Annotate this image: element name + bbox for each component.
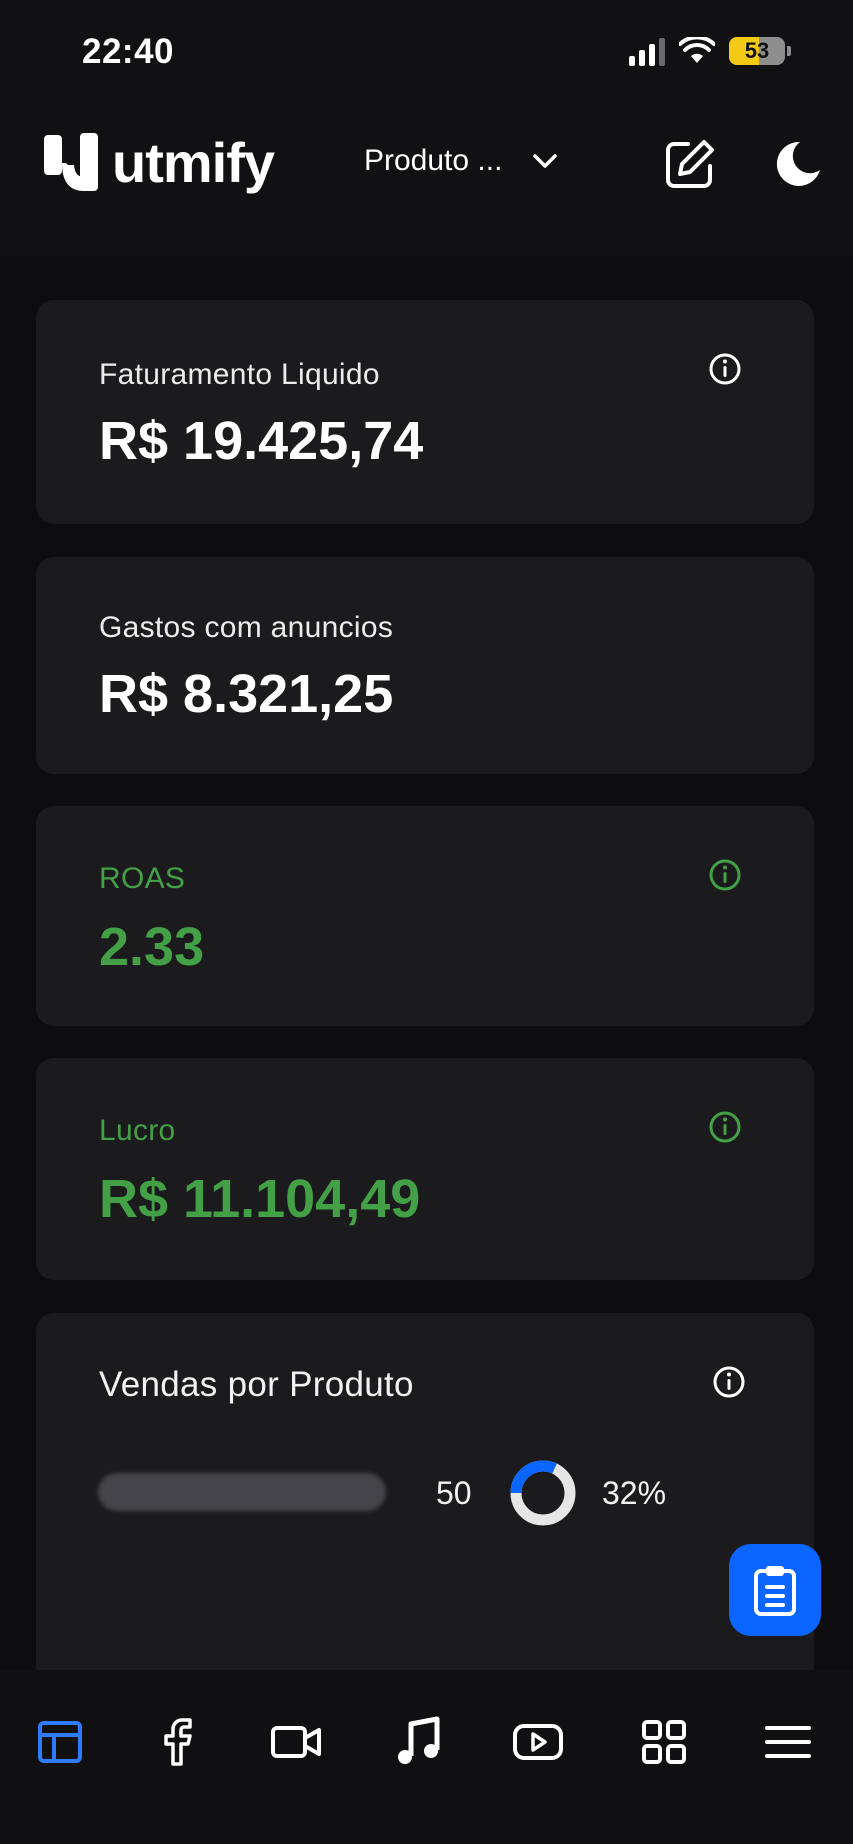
roas-value: 2.33 bbox=[99, 917, 205, 977]
nav-grid[interactable] bbox=[636, 1714, 692, 1770]
dashboard-icon bbox=[38, 1721, 82, 1763]
facebook-icon bbox=[164, 1718, 192, 1766]
product-select-label: Produto ... bbox=[364, 144, 503, 177]
product-share-donut bbox=[510, 1460, 576, 1526]
nav-youtube[interactable] bbox=[510, 1714, 566, 1770]
product-select[interactable]: Produto ... bbox=[364, 144, 558, 178]
sales-by-product-title: Vendas por Produto bbox=[99, 1365, 414, 1404]
info-icon[interactable] bbox=[712, 1365, 746, 1399]
product-name-redacted bbox=[98, 1473, 386, 1511]
nav-dashboard[interactable] bbox=[32, 1714, 88, 1770]
status-icons: 53 bbox=[629, 36, 791, 66]
nav-facebook[interactable] bbox=[152, 1714, 208, 1770]
revenue-value: R$ 19.425,74 bbox=[99, 411, 424, 471]
battery-level: 53 bbox=[744, 38, 770, 63]
info-icon[interactable] bbox=[708, 1110, 742, 1144]
bottom-nav bbox=[0, 1670, 853, 1844]
chevron-down-icon bbox=[533, 154, 558, 168]
profit-label: Lucro bbox=[99, 1114, 176, 1147]
revenue-label: Faturamento Liquido bbox=[99, 358, 380, 391]
nav-video[interactable] bbox=[268, 1714, 324, 1770]
profit-card: Lucro R$ 11.104,49 bbox=[36, 1058, 814, 1280]
status-time: 22:40 bbox=[82, 32, 175, 71]
youtube-icon bbox=[513, 1724, 563, 1760]
logo: utmify bbox=[44, 130, 275, 195]
signal-icon bbox=[629, 36, 665, 66]
revenue-card: Faturamento Liquido R$ 19.425,74 bbox=[36, 300, 814, 524]
product-sales-count: 50 bbox=[436, 1475, 472, 1511]
status-bar: 22:40 53 bbox=[0, 0, 853, 100]
ad-spend-card: Gastos com anuncios R$ 8.321,25 bbox=[36, 557, 814, 774]
clipboard-fab-button[interactable] bbox=[729, 1544, 821, 1636]
profit-value: R$ 11.104,49 bbox=[99, 1169, 421, 1229]
logo-text: utmify bbox=[112, 131, 275, 194]
ad-spend-value: R$ 8.321,25 bbox=[99, 664, 394, 724]
menu-icon bbox=[765, 1726, 811, 1758]
wifi-icon bbox=[679, 37, 715, 63]
grid-icon bbox=[642, 1720, 686, 1764]
edit-icon[interactable] bbox=[662, 136, 718, 192]
battery-icon: 53 bbox=[729, 37, 785, 65]
info-icon[interactable] bbox=[708, 858, 742, 892]
clipboard-icon bbox=[754, 1566, 796, 1616]
ad-spend-label: Gastos com anuncios bbox=[99, 611, 394, 644]
app-header: utmify Produto ... bbox=[0, 100, 853, 256]
nav-menu[interactable] bbox=[760, 1714, 816, 1770]
roas-card: ROAS 2.33 bbox=[36, 806, 814, 1026]
music-icon bbox=[398, 1716, 440, 1764]
nav-music[interactable] bbox=[390, 1714, 446, 1770]
video-icon bbox=[271, 1726, 321, 1758]
moon-icon[interactable] bbox=[770, 136, 826, 192]
info-icon[interactable] bbox=[708, 352, 742, 386]
sales-by-product-card: Vendas por Produto 50 32% bbox=[36, 1313, 814, 1670]
logo-icon bbox=[44, 132, 98, 191]
product-sales-percent: 32% bbox=[602, 1475, 667, 1511]
roas-label: ROAS bbox=[99, 862, 186, 895]
